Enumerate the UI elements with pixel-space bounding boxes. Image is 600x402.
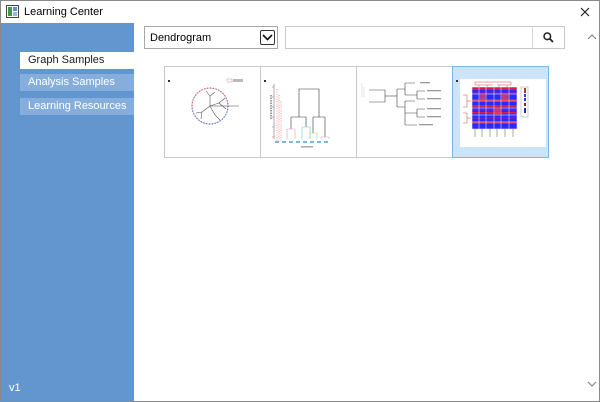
circular-dendrogram-preview [168,78,243,125]
category-select[interactable]: Dendrogram [144,26,278,49]
main-panel: Dendrogram [134,23,599,401]
sidebar-item-learning-resources[interactable]: Learning Resources [20,98,134,115]
search-input[interactable] [286,27,532,48]
search-icon [543,32,554,43]
sidebar-item-graph-samples[interactable]: Graph Samples [20,52,134,69]
chevron-down-icon[interactable] [260,30,275,45]
heatmap-dendrogram-preview [456,79,546,147]
chevron-up-icon[interactable] [587,33,597,41]
search-button[interactable] [532,27,564,48]
learning-center-window: Learning Center Graph Samples Analysis S… [0,0,600,402]
horizontal-dendrogram-preview [361,82,441,126]
thumbnail-circular-dendrogram[interactable] [164,66,261,158]
close-icon [580,7,590,17]
sidebar-item-analysis-samples[interactable]: Analysis Samples [20,74,134,91]
learning-center-icon [6,5,19,18]
vertical-dendrogram-preview [264,80,330,148]
close-button[interactable] [571,1,599,23]
thumbnail-vertical-dendrogram[interactable] [260,66,357,158]
sidebar: Graph Samples Analysis Samples Learning … [1,23,134,401]
thumbnail-heatmap-dendrogram[interactable] [452,66,549,158]
category-select-value: Dendrogram [150,32,212,44]
search-box [285,26,565,49]
window-title: Learning Center [24,6,103,18]
chevron-down-icon[interactable] [587,380,597,388]
title-bar[interactable]: Learning Center [1,1,599,23]
thumbnail-horizontal-dendrogram[interactable] [356,66,453,158]
version-label: v1 [9,382,21,394]
